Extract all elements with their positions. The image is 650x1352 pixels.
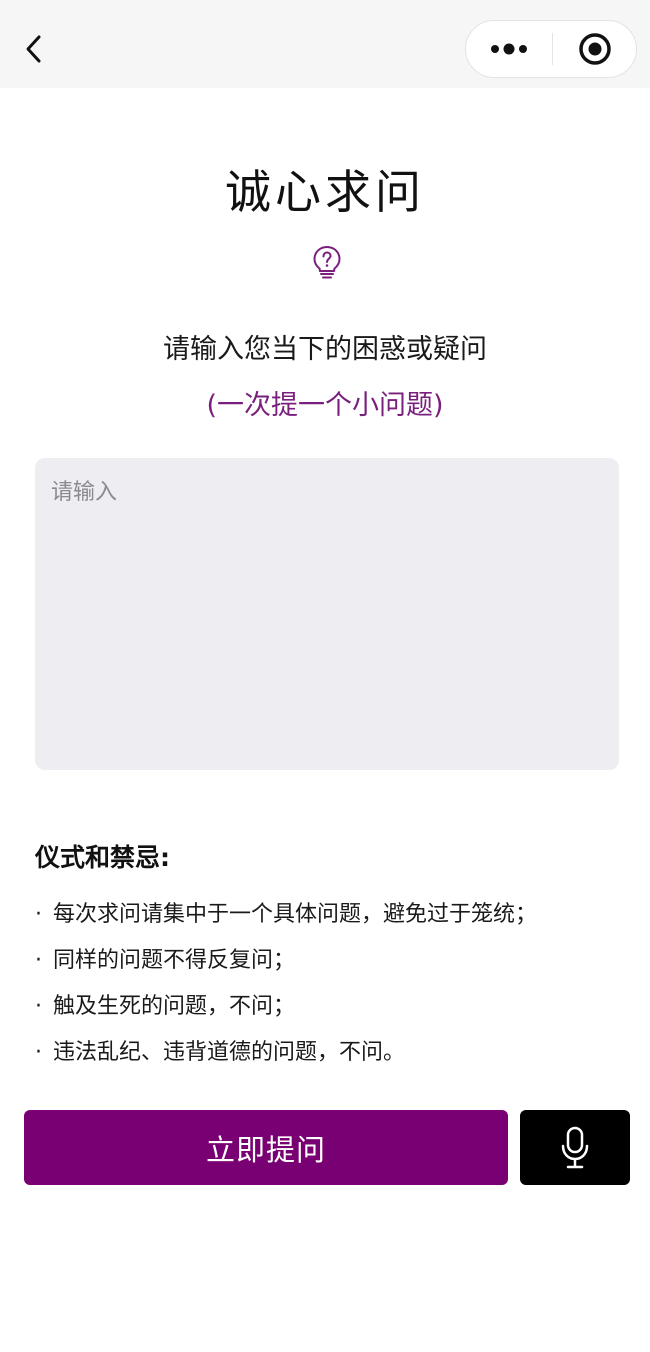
mini-program-capsule — [465, 20, 637, 78]
rule-text: 触及生死的问题，不问； — [53, 994, 296, 1019]
rule-text: 违法乱纪、违背道德的问题，不问。 — [53, 1040, 406, 1065]
more-button[interactable] — [466, 21, 552, 77]
lightbulb-question-icon — [313, 245, 341, 279]
voice-input-button[interactable] — [520, 1110, 630, 1185]
rule-bullet: · — [35, 994, 42, 1019]
rule-bullet: · — [35, 902, 42, 927]
chevron-left-icon — [26, 35, 41, 63]
prompt-text: 请输入您当下的困惑或疑问 — [163, 334, 487, 365]
rules-list: · 每次求问请集中于一个具体问题，避免过于笼统； · 同样的问题不得反复问； · 触及… — [35, 892, 537, 1076]
microphone-icon — [561, 1126, 589, 1168]
rule-text: 每次求问请集中于一个具体问题，避免过于笼统； — [53, 902, 538, 927]
more-dots-icon — [491, 43, 527, 55]
target-circle-icon — [579, 33, 611, 65]
question-input-container — [35, 458, 619, 770]
rule-bullet: · — [35, 948, 42, 973]
back-button[interactable] — [14, 26, 54, 72]
rule-text: 同样的问题不得反复问； — [53, 948, 296, 973]
submit-button-label: 立即提问 — [205, 1132, 326, 1167]
question-input[interactable] — [35, 458, 619, 770]
rule-bullet: · — [35, 1040, 42, 1065]
rules-title: 仪式和禁忌: — [35, 843, 170, 872]
rule-item: · 同样的问题不得反复问； — [35, 938, 537, 984]
submit-question-button[interactable]: 立即提问 — [24, 1110, 508, 1185]
navigation-bar — [0, 0, 650, 88]
page-title: 诚心求问 — [225, 165, 425, 219]
close-mini-program-button[interactable] — [553, 21, 637, 77]
rule-item: · 触及生死的问题，不问； — [35, 984, 537, 1030]
rule-item: · 违法乱纪、违背道德的问题，不问。 — [35, 1030, 537, 1076]
prompt-note: (一次提一个小问题) — [206, 390, 444, 421]
rule-item: · 每次求问请集中于一个具体问题，避免过于笼统； — [35, 892, 537, 938]
